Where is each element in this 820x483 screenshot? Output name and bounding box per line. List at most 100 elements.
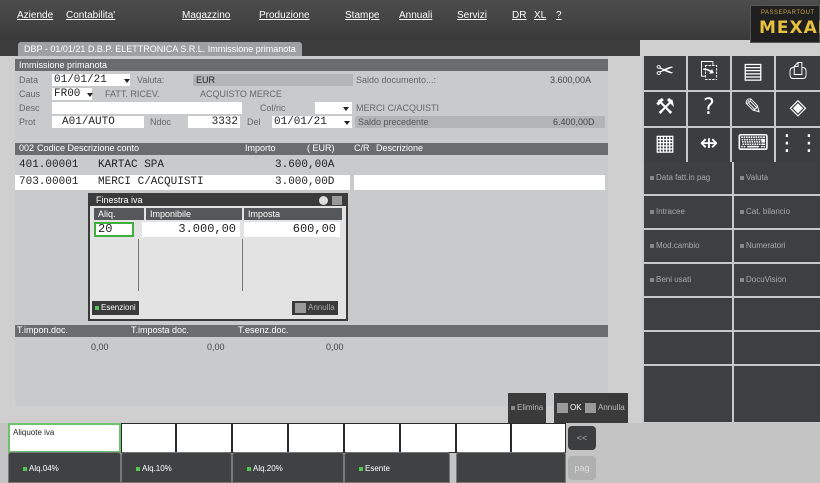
chevron-down-icon[interactable] bbox=[124, 79, 130, 83]
aliquote-iva-button[interactable]: Aliquote iva bbox=[8, 423, 121, 453]
menu-contabilita[interactable]: Contabilita' bbox=[66, 10, 115, 21]
menu-stampe[interactable]: Stampe bbox=[345, 10, 379, 21]
menu-annuali[interactable]: Annuali bbox=[399, 10, 432, 21]
chevron-down-icon[interactable] bbox=[87, 93, 93, 97]
grid-header-importo: Importo bbox=[245, 143, 276, 153]
chevron-down-icon[interactable] bbox=[344, 121, 350, 125]
desc-field[interactable] bbox=[52, 102, 242, 114]
docuvision-button[interactable]: DocuVision bbox=[734, 264, 820, 296]
prot-field[interactable]: A01/AUTO bbox=[52, 116, 144, 128]
fkey-slot[interactable] bbox=[511, 423, 566, 453]
back-button[interactable]: << bbox=[568, 426, 596, 450]
esente-label: Esente bbox=[365, 464, 390, 473]
del-field[interactable]: 01/01/21 bbox=[272, 116, 352, 128]
move-icon[interactable] bbox=[319, 196, 328, 205]
expand-icon[interactable]: ⇹ bbox=[688, 128, 730, 162]
valuta-button[interactable]: Valuta bbox=[734, 162, 820, 194]
empty-button[interactable] bbox=[734, 298, 820, 330]
empty-button[interactable] bbox=[734, 332, 820, 364]
imponibile-field[interactable]: 3.000,00 bbox=[142, 222, 240, 237]
saldo-documento-value: 3.600,00A bbox=[550, 75, 592, 85]
document-icon[interactable]: ⎘ bbox=[688, 56, 730, 90]
ok-button[interactable]: OK bbox=[554, 393, 585, 423]
wrench-icon[interactable]: ⚒ bbox=[644, 92, 686, 126]
menu-aziende[interactable]: Aziende bbox=[17, 10, 53, 21]
alq-04-button[interactable]: Alq.04% bbox=[8, 452, 121, 483]
calculator-icon[interactable]: ▦ bbox=[644, 128, 686, 162]
row-code: 703.00001 bbox=[19, 176, 79, 188]
menu-help[interactable]: ? bbox=[556, 10, 562, 21]
keyboard-icon[interactable]: ⌨ bbox=[732, 128, 774, 162]
elimina-button[interactable]: Elimina bbox=[508, 393, 547, 423]
fkey-slot[interactable] bbox=[288, 423, 344, 453]
close-icon[interactable] bbox=[332, 196, 342, 205]
intracee-label: Intracee bbox=[656, 207, 685, 216]
intracee-button[interactable]: Intracee bbox=[644, 196, 732, 228]
esente-button[interactable]: Esente bbox=[344, 452, 450, 483]
fkey-slot[interactable] bbox=[176, 423, 232, 453]
menu-dr[interactable]: DR bbox=[512, 10, 526, 21]
status-dot-icon bbox=[740, 175, 744, 180]
logo-small-text: PASSEPARTOUT bbox=[761, 10, 815, 16]
caus-description: FATT. RICEV. bbox=[105, 89, 160, 99]
fkey-slot[interactable] bbox=[121, 423, 176, 453]
mod-cambio-button[interactable]: Mod.cambio bbox=[644, 230, 732, 262]
numeratori-button[interactable]: Numeratori bbox=[734, 230, 820, 262]
col-imponibile: Imponibile bbox=[146, 208, 242, 220]
grid-icon[interactable]: ⋮⋮ bbox=[776, 128, 820, 162]
table-row[interactable]: 401.00001 KARTAC SPA 3.600,00A bbox=[15, 158, 350, 173]
ndoc-field[interactable]: 3332 bbox=[188, 116, 240, 128]
menu-xl[interactable]: XL bbox=[534, 10, 546, 21]
aliq-field[interactable]: 20 bbox=[94, 222, 134, 237]
menu-produzione[interactable]: Produzione bbox=[259, 10, 310, 21]
data-field[interactable]: 01/01/21 bbox=[52, 74, 130, 86]
cat-bilancio-button[interactable]: Cat. bilancio bbox=[734, 196, 820, 228]
caus-field[interactable]: FR00 bbox=[52, 88, 92, 100]
empty-fkey[interactable] bbox=[456, 452, 566, 483]
scissors-icon[interactable]: ✂ bbox=[644, 56, 686, 90]
card-icon[interactable]: ▤ bbox=[732, 56, 774, 90]
box-icon[interactable]: ◈ bbox=[776, 92, 820, 126]
empty-button[interactable] bbox=[734, 390, 820, 422]
printer-icon[interactable]: ⎙ bbox=[776, 56, 820, 90]
esenzioni-button[interactable]: Esenzioni bbox=[92, 301, 139, 315]
status-dot-icon bbox=[95, 305, 99, 310]
empty-button[interactable] bbox=[644, 390, 732, 422]
tab-primanota[interactable]: DBP - 01/01/21 D.B.P. ELETTRONICA S.R.L.… bbox=[18, 42, 302, 56]
edit-icon[interactable]: ✎ bbox=[732, 92, 774, 126]
alq-20-button[interactable]: Alq.20% bbox=[232, 452, 344, 483]
row-description-field[interactable] bbox=[354, 175, 605, 190]
menu-servizi[interactable]: Servizi bbox=[457, 10, 487, 21]
ok-label: OK bbox=[570, 403, 582, 412]
fkey-slot[interactable] bbox=[232, 423, 288, 453]
empty-button[interactable] bbox=[644, 298, 732, 330]
row-amount: 3.600,00A bbox=[275, 159, 335, 171]
fkey-slot[interactable] bbox=[344, 423, 400, 453]
fkey-slot[interactable] bbox=[456, 423, 511, 453]
data-fatt-button[interactable]: Data fatt.in pag bbox=[644, 162, 732, 194]
valuta-field[interactable]: EUR bbox=[196, 75, 215, 85]
esenzioni-label: Esenzioni bbox=[101, 303, 136, 312]
imposta-field[interactable]: 600,00 bbox=[244, 222, 340, 237]
status-dot-icon bbox=[650, 243, 654, 248]
caus-description-extra: ACQUISTO MERCE bbox=[200, 89, 282, 99]
fkey-slot[interactable] bbox=[400, 423, 456, 453]
tesenz-value: 0,00 bbox=[326, 342, 344, 352]
mod-cambio-label: Mod.cambio bbox=[656, 241, 700, 250]
numeratori-label: Numeratori bbox=[746, 241, 786, 250]
chevron-down-icon[interactable] bbox=[343, 107, 349, 111]
grid-header-codice: Codice Descrizione conto bbox=[37, 143, 140, 153]
menu-magazzino[interactable]: Magazzino bbox=[182, 10, 230, 21]
timposta-value: 0,00 bbox=[207, 342, 225, 352]
annulla-button[interactable]: Annulla bbox=[582, 393, 628, 423]
status-dot-icon bbox=[511, 405, 515, 410]
menu-bar: Aziende Contabilita' Magazzino Produzion… bbox=[0, 0, 820, 40]
beni-usati-button[interactable]: Beni usati bbox=[644, 264, 732, 296]
table-row[interactable]: 703.00001 MERCI C/ACQUISTI 3.000,00D bbox=[15, 175, 350, 190]
row-code: 401.00001 bbox=[19, 159, 79, 171]
empty-button[interactable] bbox=[644, 332, 732, 364]
annulla-iva-button[interactable]: Annulla bbox=[292, 301, 338, 315]
pag-button[interactable]: pag bbox=[568, 456, 596, 480]
help-icon[interactable]: ? bbox=[688, 92, 730, 126]
alq-10-button[interactable]: Alq.10% bbox=[121, 452, 232, 483]
